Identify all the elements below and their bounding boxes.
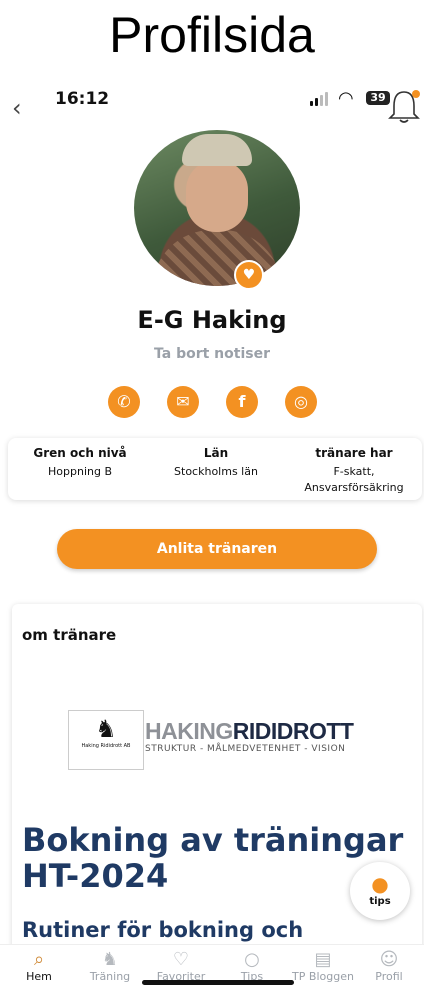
hire-trainer-button[interactable]: Anlita tränaren	[57, 529, 377, 569]
signal-icon	[310, 92, 328, 106]
trainer-value-1: F-skatt,	[333, 465, 375, 478]
facebook-icon[interactable]: f	[226, 386, 258, 418]
heart-icon: ♡	[172, 949, 190, 970]
newspaper-icon: ▤	[314, 949, 332, 970]
trainer-label: tränare har	[315, 446, 393, 460]
info-card: Gren och nivå Hoppning B Län Stockholms …	[8, 438, 422, 500]
tab-profil[interactable]: ☺ Profil	[354, 949, 424, 983]
user-icon: ☺	[379, 949, 399, 970]
county-label: Län	[203, 446, 229, 460]
lightbulb-icon: ○	[244, 949, 260, 970]
logo-text: HAKINGRIDIDROTT	[145, 718, 354, 744]
about-heading: Bokning av träningar HT-2024	[22, 821, 404, 895]
instagram-icon[interactable]: ◎	[285, 386, 317, 418]
tab-favoriter[interactable]: ♡ Favoriter	[146, 949, 216, 983]
about-title: om tränare	[22, 626, 117, 644]
social-links: ✆ ✉ f ◎	[108, 386, 317, 418]
branch-value: Hoppning B	[48, 465, 112, 478]
bell-icon[interactable]	[386, 86, 422, 126]
tab-tips[interactable]: ○ Tips	[217, 949, 287, 983]
status-time: 16:12	[55, 89, 110, 109]
logo-subtitle: STRUKTUR - MÅLMEDVETENHET - VISION	[145, 744, 346, 754]
wifi-icon: ◠	[338, 88, 354, 109]
profile-name: E-G Haking	[137, 306, 287, 334]
search-icon: ⌕	[33, 949, 45, 970]
trainer-value-2: Ansvarsförsäkring	[304, 481, 404, 494]
remove-notifications-link[interactable]: Ta bort notiser	[0, 346, 424, 362]
home-indicator	[142, 980, 294, 985]
tab-tp-bloggen[interactable]: ▤ TP Bloggen	[288, 949, 358, 983]
tab-bar: ⌕ Hem ♞ Träning ♡ Favoriter ○ Tips ▤ TP …	[0, 944, 424, 993]
avatar	[134, 130, 300, 286]
branch-label: Gren och nivå	[33, 446, 127, 460]
lightbulb-icon: ●	[371, 872, 389, 896]
page-title: Profilsida	[109, 7, 315, 63]
tab-hem[interactable]: ⌕ Hem	[4, 949, 74, 983]
logo: ♞ Haking Rididrott AB	[68, 710, 144, 770]
phone-icon[interactable]: ✆	[108, 386, 140, 418]
horse-icon: ♞	[95, 715, 117, 743]
county-value: Stockholms län	[174, 465, 258, 478]
back-icon[interactable]: ‹	[12, 94, 22, 122]
heart-icon[interactable]: ♥	[234, 260, 264, 290]
horse-icon: ♞	[101, 949, 119, 970]
mail-icon[interactable]: ✉	[167, 386, 199, 418]
tab-traning[interactable]: ♞ Träning	[75, 949, 145, 983]
tips-button[interactable]: ● tips	[350, 862, 410, 920]
